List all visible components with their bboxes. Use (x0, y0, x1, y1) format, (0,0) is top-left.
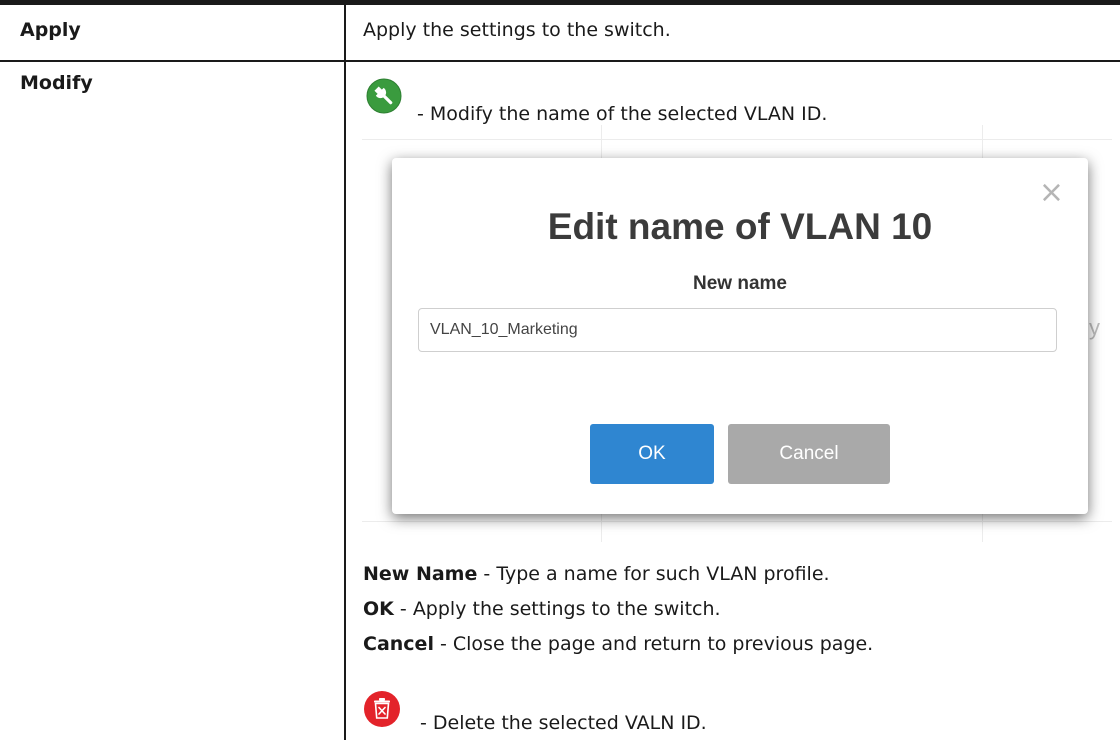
dialog-screenshot: y × Edit name of VLAN 10 New name OK Can… (362, 125, 1112, 542)
definition-table: Apply Apply the settings to the switch. … (0, 0, 1120, 740)
note-separator: - (433, 633, 453, 655)
row-divider (0, 60, 1120, 62)
note-ok: OK - Apply the settings to the switch. (363, 598, 721, 620)
modify-icon-description: - Modify the name of the selected VLAN I… (417, 103, 828, 125)
note-text: Close the page and return to previous pa… (452, 633, 874, 655)
dialog-title: Edit name of VLAN 10 (547, 206, 933, 247)
note-cancel: Cancel - Close the page and return to pr… (363, 633, 873, 655)
ok-button[interactable]: OK (590, 424, 714, 484)
note-separator: - (393, 598, 413, 620)
trash-icon (364, 691, 400, 727)
cancel-button[interactable]: Cancel (728, 424, 890, 484)
note-new-name: New Name - Type a name for such VLAN pro… (363, 563, 830, 585)
wrench-icon (366, 78, 402, 114)
delete-icon-description: - Delete the selected VALN ID. (420, 712, 707, 734)
edit-vlan-name-dialog: × Edit name of VLAN 10 New name OK Cance… (392, 158, 1088, 514)
description-apply: Apply the settings to the switch. (363, 19, 671, 41)
note-text: Type a name for such VLAN profile. (496, 563, 830, 585)
background-gridline (362, 139, 1112, 140)
note-term: OK (363, 598, 394, 620)
note-separator: - (477, 563, 497, 585)
note-term: Cancel (363, 633, 434, 655)
background-text-fragment: y (1089, 315, 1100, 340)
note-text: Apply the settings to the switch. (412, 598, 721, 620)
new-name-input[interactable] (418, 308, 1057, 352)
note-term: New Name (363, 563, 478, 585)
column-divider (344, 5, 346, 740)
term-modify: Modify (20, 72, 93, 94)
new-name-label: New name (693, 273, 787, 294)
background-gridline (362, 521, 1112, 522)
close-icon[interactable]: × (1039, 178, 1064, 208)
table-top-border (0, 0, 1120, 5)
term-apply: Apply (20, 19, 81, 41)
